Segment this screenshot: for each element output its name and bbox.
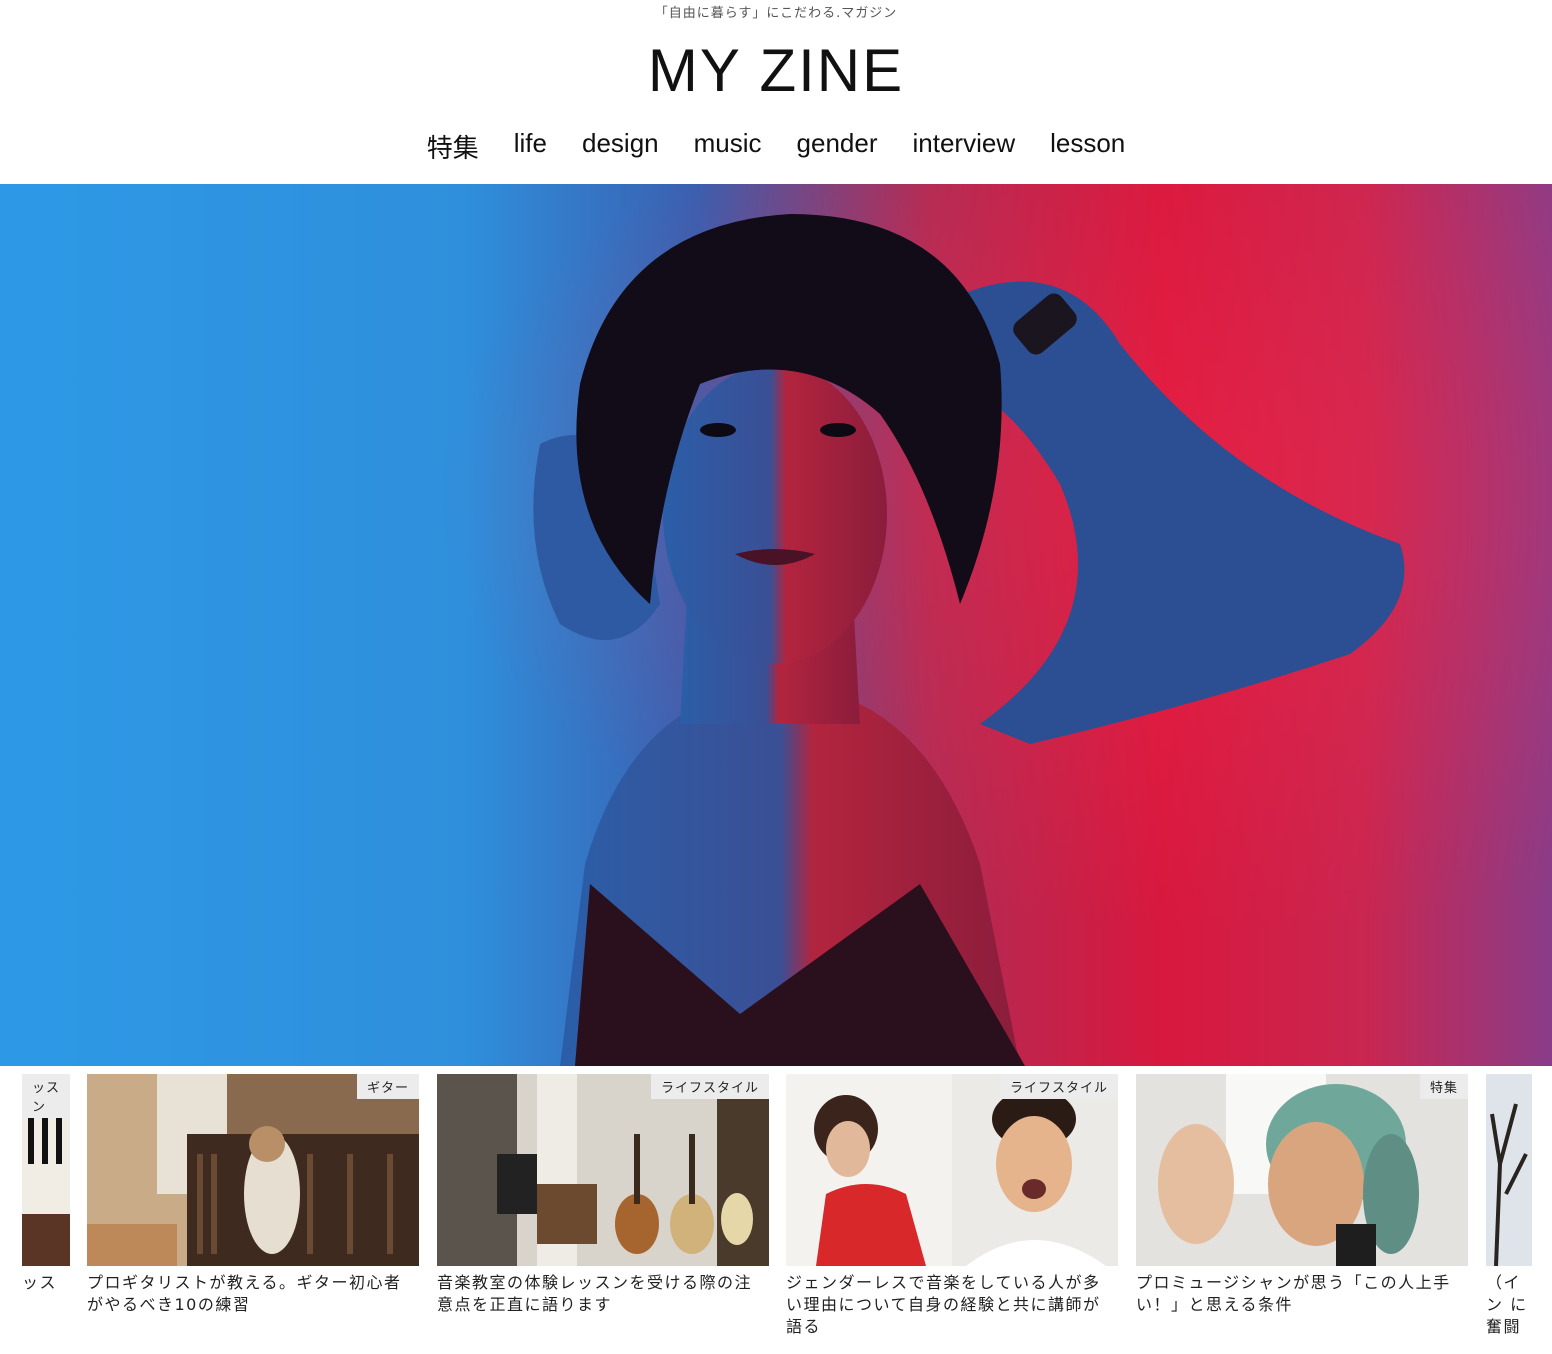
article-card[interactable]: ライフスタイル ジェンダーレスで音楽をしている人が多い理由について自身の経験と共… [786,1074,1118,1338]
article-category-badge: ッスン [22,1074,70,1118]
nav-item-gender[interactable]: gender [797,128,878,165]
hero-image[interactable] [0,184,1552,1066]
article-thumbnail [1486,1074,1532,1266]
nav-item-feature[interactable]: 特集 [427,128,479,165]
tree-thumbnail [1486,1074,1532,1266]
two-portraits-thumbnail [786,1074,1118,1266]
nav-item-interview[interactable]: interview [913,128,1016,165]
nav-item-design[interactable]: design [582,128,659,165]
article-title: 音楽教室の体験レッスンを受ける際の注意点を正直に語ります [437,1273,753,1314]
article-category-badge: ギター [356,1074,419,1099]
article-title: プロギタリストが教える。ギター初心者がやるべき10の練習 [87,1273,402,1314]
article-thumbnail: ギター [87,1074,419,1266]
article-card-partial-left[interactable]: ッスン ッス [22,1074,70,1294]
nav-item-lesson[interactable]: lesson [1050,128,1125,165]
article-thumbnail: 特集 [1136,1074,1468,1266]
site-logo[interactable]: MY ZINE [0,36,1552,105]
article-thumbnail: ライフスタイル [786,1074,1118,1266]
article-title: ジェンダーレスで音楽をしている人が多い理由について自身の経験と共に講師が語る [786,1273,1101,1336]
article-title: （イン に奮闘 [1486,1273,1528,1336]
article-category-badge: ライフスタイル [650,1074,769,1099]
article-thumbnail: ライフスタイル [437,1074,769,1266]
main-nav: 特集 life design music gender interview le… [0,128,1552,165]
article-card-partial-right[interactable]: （イン に奮闘 [1486,1074,1532,1338]
guitars-room-thumbnail [437,1074,769,1266]
green-hair-portrait-thumbnail [1136,1074,1468,1266]
nav-item-music[interactable]: music [694,128,762,165]
article-category-badge: 特集 [1419,1074,1468,1099]
nav-item-life[interactable]: life [514,128,547,165]
article-carousel: ッスン ッス ギター プロギタリストが教える。ギター初心者がやるべき10の練習 … [0,1074,1552,1354]
article-title: プロミュージシャンが思う「この人上手い！」と思える条件 [1136,1273,1451,1314]
article-thumbnail: ッスン [22,1074,70,1266]
guitarist-thumbnail [87,1074,419,1266]
site-tagline: 「自由に暮らす」にこだわる.マガジン [654,6,898,21]
article-title: ッス [22,1273,58,1292]
article-card[interactable]: ギター プロギタリストが教える。ギター初心者がやるべき10の練習 [87,1074,419,1316]
hero-portrait-illustration [0,184,1552,1066]
article-category-badge: ライフスタイル [999,1074,1118,1099]
article-card[interactable]: 特集 プロミュージシャンが思う「この人上手い！」と思える条件 [1136,1074,1468,1316]
article-card[interactable]: ライフスタイル 音楽教室の体験レッスンを受ける際の注意点を正直に語ります [437,1074,769,1316]
